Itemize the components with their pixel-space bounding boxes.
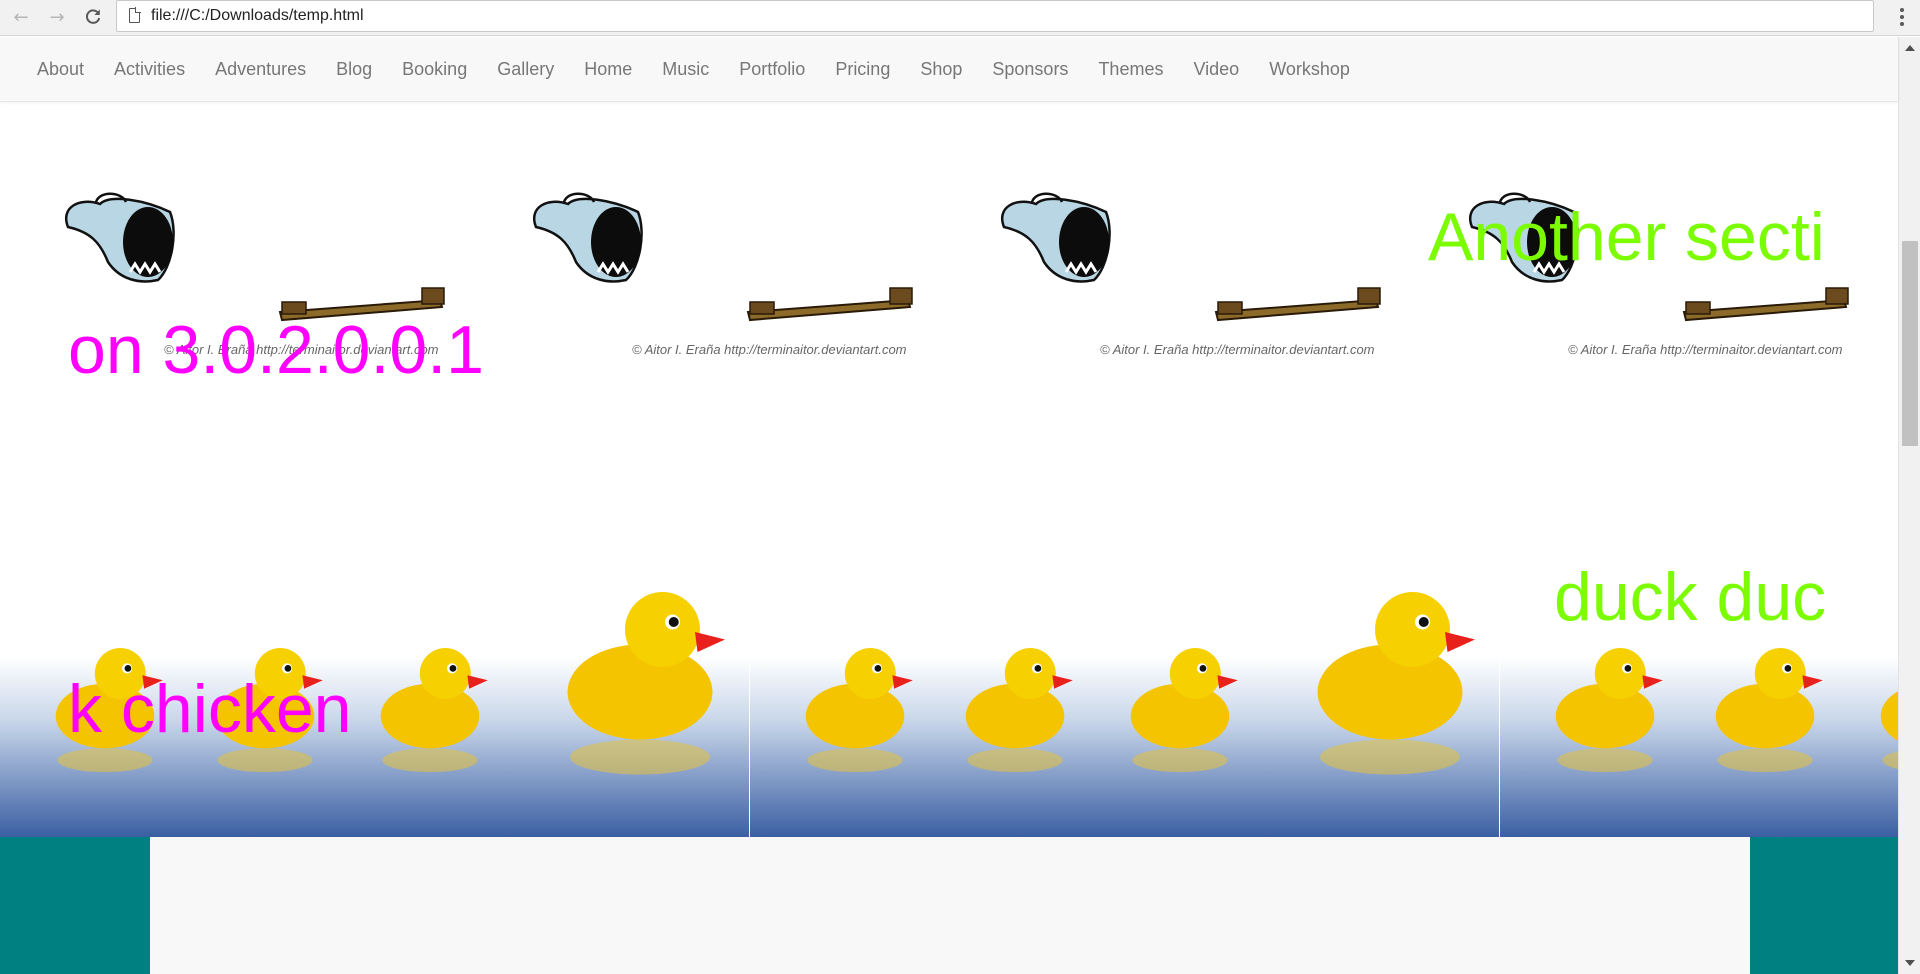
forward-arrow-icon[interactable]: → xyxy=(44,4,70,30)
nav-item-home[interactable]: Home xyxy=(569,37,647,102)
nav-item-gallery[interactable]: Gallery xyxy=(482,37,569,102)
nav-item-video[interactable]: Video xyxy=(1178,37,1254,102)
address-bar[interactable]: file:///C:/Downloads/temp.html xyxy=(116,0,1874,32)
section-ducks: duck duc k chicken xyxy=(0,477,1898,837)
section-another: © Aitor I. Eraña http://terminaitor.devi… xyxy=(0,102,1898,477)
section-title-right: duck duc xyxy=(1554,559,1827,635)
duck-tile xyxy=(750,477,1501,837)
reload-icon[interactable] xyxy=(80,4,106,30)
section-title-right: Another secti xyxy=(1428,199,1825,275)
nav-item-workshop[interactable]: Workshop xyxy=(1254,37,1365,102)
back-arrow-icon[interactable]: ← xyxy=(8,4,34,30)
nav-item-portfolio[interactable]: Portfolio xyxy=(724,37,820,102)
nav-item-activities[interactable]: Activities xyxy=(99,37,200,102)
page-icon xyxy=(129,7,141,23)
credit-text: © Aitor I. Eraña http://terminaitor.devi… xyxy=(1100,342,1375,357)
nav-item-booking[interactable]: Booking xyxy=(387,37,482,102)
ghost-tile: © Aitor I. Eraña http://terminaitor.devi… xyxy=(1001,192,1381,357)
duck-tile xyxy=(1500,648,1898,837)
nav-item-themes[interactable]: Themes xyxy=(1083,37,1178,102)
url-text[interactable]: file:///C:/Downloads/temp.html xyxy=(151,7,364,25)
nav-item-adventures[interactable]: Adventures xyxy=(200,37,321,102)
duck-pattern-background xyxy=(0,477,1898,837)
nav-item-sponsors[interactable]: Sponsors xyxy=(977,37,1083,102)
nav-item-blog[interactable]: Blog xyxy=(321,37,387,102)
browser-toolbar: ← → file:///C:/Downloads/temp.html xyxy=(0,0,1920,36)
credit-text: © Aitor I. Eraña http://terminaitor.devi… xyxy=(1568,342,1843,357)
scroll-up-icon[interactable] xyxy=(1905,45,1915,51)
more-vert-icon[interactable] xyxy=(1894,4,1910,30)
nav-item-about[interactable]: About xyxy=(22,37,99,102)
scrollbar-thumb[interactable] xyxy=(1902,241,1918,446)
duck-tile xyxy=(0,477,751,837)
section-title-left: on 3.0.2.0.0.1 xyxy=(68,312,484,388)
nav-item-pricing[interactable]: Pricing xyxy=(820,37,905,102)
site-navbar: About Activities Adventures Blog Booking Gall… xyxy=(0,37,1898,102)
page-scrollbar[interactable] xyxy=(1898,37,1920,974)
nav-item-music[interactable]: Music xyxy=(647,37,724,102)
ghost-tile: © Aitor I. Eraña http://terminaitor.devi… xyxy=(533,192,913,357)
scroll-down-icon[interactable] xyxy=(1905,960,1915,966)
teal-side-panel-right xyxy=(1750,837,1898,974)
section-title-left: k chicken xyxy=(68,671,352,747)
ghost-pattern-background: © Aitor I. Eraña http://terminaitor.devi… xyxy=(65,192,1849,357)
nav-item-shop[interactable]: Shop xyxy=(905,37,977,102)
teal-side-panel-left xyxy=(0,837,150,974)
content-container xyxy=(0,837,1898,974)
credit-text: © Aitor I. Eraña http://terminaitor.devi… xyxy=(632,342,907,357)
